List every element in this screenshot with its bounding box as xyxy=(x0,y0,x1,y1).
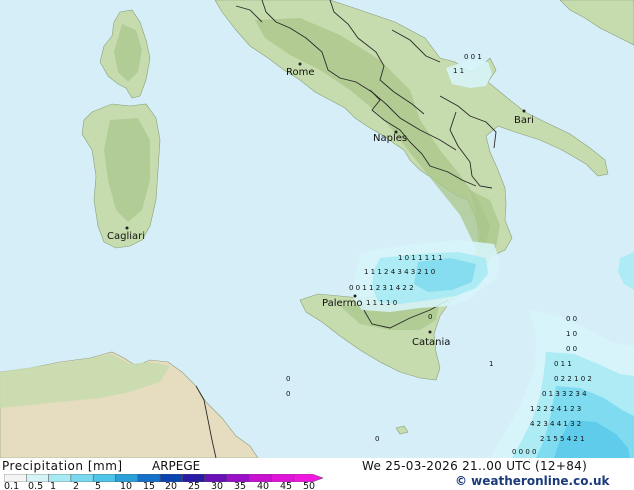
weather-map-page: Rome Naples Bari Cagliari Palermo Catani… xyxy=(0,0,634,490)
colorbar-tick-label: 25 xyxy=(188,481,201,490)
colorbar-tick-label: 0.1 xyxy=(4,481,20,490)
city-label-catania: Catania xyxy=(412,337,450,348)
precip-value-row: 0 xyxy=(428,313,432,321)
legend-title: Precipitation [mm] xyxy=(2,459,123,473)
precip-value-row: 1 0 1 1 1 1 1 xyxy=(398,254,443,262)
precip-value-row: 0 xyxy=(375,435,379,443)
city-label-naples: Naples xyxy=(373,133,407,144)
precip-value-row: 0 1 1 xyxy=(554,360,572,368)
colorbar-tick-label: 10 xyxy=(120,481,133,490)
model-name: ARPEGE xyxy=(152,459,201,473)
colorbar-tick-label: 30 xyxy=(211,481,224,490)
map-footer: Precipitation [mm] ARPEGE We 25-03-2026 … xyxy=(0,458,634,490)
colorbar-tick-label: 15 xyxy=(143,481,156,490)
city-label-rome: Rome xyxy=(286,67,315,78)
precip-value-row: 0 1 3 3 2 3 4 xyxy=(542,390,587,398)
colorbar-tick-label: 40 xyxy=(257,481,270,490)
precip-value-row: 0 xyxy=(286,375,290,383)
precip-value-row: 0 2 2 1 0 2 xyxy=(554,375,592,383)
credit-link[interactable]: © weatheronline.co.uk xyxy=(455,474,610,488)
colorbar-tick-label: 0.5 xyxy=(28,481,44,490)
precip-value-row: 1 0 xyxy=(566,330,577,338)
precip-value-row: 1 1 1 1 0 xyxy=(366,299,397,307)
precip-value-row: 0 0 1 xyxy=(464,53,482,61)
colorbar-tick-label: 45 xyxy=(280,481,293,490)
precip-value-row: 2 1 5 5 4 2 1 xyxy=(540,435,585,443)
precip-value-row: 1 xyxy=(489,360,493,368)
precip-value-row: 0 0 1 1 2 3 1 4 2 2 xyxy=(349,284,414,292)
precip-value-row: 0 0 xyxy=(566,345,577,353)
precip-value-row: 1 2 2 2 4 1 2 3 xyxy=(530,405,581,413)
precip-value-row: 0 xyxy=(286,390,290,398)
city-label-bari: Bari xyxy=(514,115,534,126)
colorbar-tick-label: 35 xyxy=(234,481,247,490)
forecast-datetime: We 25-03-2026 21..00 UTC (12+84) xyxy=(362,459,588,473)
city-label-cagliari: Cagliari xyxy=(107,231,145,242)
precip-value-row: 0 0 xyxy=(566,315,577,323)
precip-value-row: 1 1 xyxy=(453,67,464,75)
precip-value-row: 4 2 3 4 4 1 3 2 xyxy=(530,420,581,428)
colorbar-tick-label: 20 xyxy=(165,481,178,490)
colorbar-tick-label: 5 xyxy=(95,481,102,490)
colorbar-tick-label: 1 xyxy=(50,481,57,490)
colorbar-tick-label: 2 xyxy=(73,481,80,490)
precipitation-map: Rome Naples Bari Cagliari Palermo Catani… xyxy=(0,0,634,458)
city-label-palermo: Palermo xyxy=(322,298,362,309)
colorbar-ticks: 0.1 0.5 1 2 5 10 15 20 25 30 35 40 45 50 xyxy=(0,481,330,490)
precip-value-row: 1 1 1 2 4 3 4 3 2 1 0 xyxy=(364,268,435,276)
colorbar-tick-label: 50 xyxy=(303,481,316,490)
precip-value-row: 0 0 0 0 xyxy=(512,448,537,456)
